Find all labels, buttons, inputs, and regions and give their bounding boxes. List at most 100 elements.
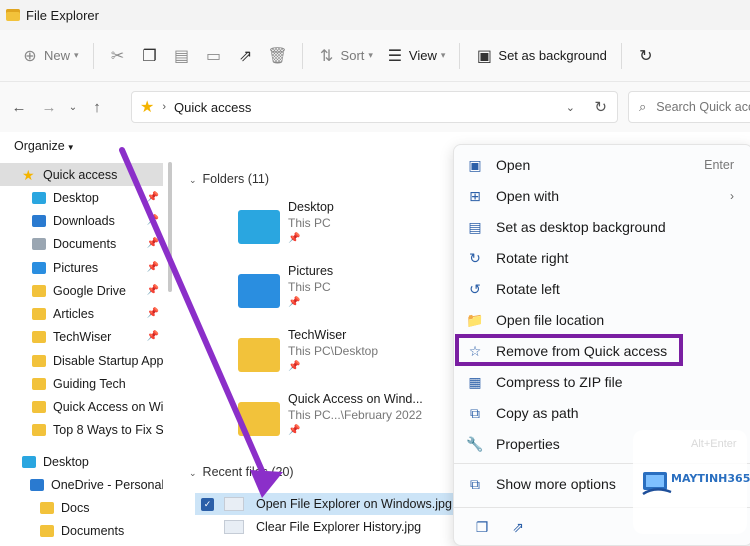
recent-file-row[interactable]: Clear File Explorer History.jpg: [195, 516, 455, 538]
sidebar-item[interactable]: Disable Startup Apps: [0, 349, 163, 372]
context-menu-label: Open with: [496, 188, 560, 204]
context-menu-label: Set as desktop background: [496, 219, 666, 235]
sidebar-item-label: Pictures: [53, 260, 99, 275]
sidebar-item[interactable]: Top 8 Ways to Fix Son: [0, 418, 163, 441]
folder-icon: 📁: [466, 311, 484, 328]
title-bar: File Explorer: [0, 0, 750, 30]
folder-name: Pictures: [288, 264, 334, 278]
arrow-up-icon: ↑: [93, 98, 101, 116]
breadcrumb[interactable]: Quick access: [174, 100, 251, 115]
sidebar-item[interactable]: Google Drive 📌: [0, 279, 163, 302]
sort-icon: ⇅: [319, 47, 334, 65]
copy-icon[interactable]: ❐: [468, 517, 496, 537]
context-menu-label: Copy as path: [496, 405, 579, 421]
set-as-background-button[interactable]: ▣ Set as background: [468, 39, 612, 73]
folder-tile[interactable]: Pictures This PC 📌: [238, 264, 458, 324]
chevron-down-icon[interactable]: ⌄: [566, 101, 575, 114]
sidebar-item-label: Quick Access on Wind: [53, 399, 163, 414]
folder-icon: [32, 330, 46, 343]
recent-file-row[interactable]: ✓ Open File Explorer on Windows.jpg: [195, 493, 455, 515]
sidebar-item[interactable]: OneDrive - Personal: [0, 473, 163, 496]
file-name: Clear File Explorer History.jpg: [256, 520, 422, 534]
arrow-left-icon: ←: [11, 98, 27, 116]
image-file-icon: [224, 520, 244, 534]
caret-down-icon: ▼: [66, 143, 75, 152]
delete-button[interactable]: 🗑: [262, 39, 294, 73]
view-button[interactable]: ☰ View ▾: [379, 39, 451, 73]
divider: [620, 42, 622, 69]
sidebar-item[interactable]: Quick Access on Wind: [0, 395, 163, 418]
search-input[interactable]: [656, 100, 750, 114]
copy-button[interactable]: ❐: [134, 39, 166, 73]
sidebar-item[interactable]: ★ Quick access: [0, 163, 163, 186]
sidebar-item[interactable]: Desktop: [0, 450, 163, 473]
pin-icon: 📌: [146, 192, 159, 203]
cut-button[interactable]: ✂: [102, 39, 134, 73]
context-menu-item[interactable]: ⊞ Open with ›: [466, 182, 746, 210]
context-menu-item[interactable]: ↻ Rotate right: [466, 244, 746, 272]
sidebar-item-label: Top 8 Ways to Fix Son: [53, 422, 163, 437]
sidebar-item[interactable]: Guiding Tech: [0, 372, 163, 395]
checkbox[interactable]: [201, 521, 214, 534]
folder-icon: [32, 214, 46, 227]
checkbox[interactable]: ✓: [201, 497, 214, 511]
rename-button[interactable]: ▭: [198, 39, 230, 73]
recent-files-group-header[interactable]: ⌄ Recent files (20): [189, 465, 294, 479]
share-icon[interactable]: ⇗: [504, 517, 532, 537]
refresh-icon[interactable]: ↻: [594, 98, 607, 116]
folder-tile[interactable]: TechWiser This PC\Desktop 📌: [238, 328, 458, 388]
pin-icon: 📌: [146, 238, 159, 249]
folder-icon: [32, 423, 46, 436]
sidebar-item[interactable]: Docs: [0, 496, 163, 519]
context-menu-label: Rotate left: [496, 281, 560, 297]
up-button[interactable]: ↑: [82, 92, 112, 122]
folder-icon: [32, 354, 46, 367]
star-icon: ★: [140, 99, 155, 116]
sidebar-item[interactable]: TechWiser 📌: [0, 325, 163, 348]
share-button[interactable]: ⇗: [230, 39, 262, 73]
sidebar-item[interactable]: Desktop 📌: [0, 186, 163, 209]
context-menu-item[interactable]: ▦ Compress to ZIP file: [466, 368, 746, 396]
pin-icon: 📌: [288, 233, 301, 244]
folder-tile[interactable]: Desktop This PC 📌: [238, 200, 458, 260]
wallpaper-icon: ▣: [476, 47, 492, 65]
arrow-right-icon: →: [41, 98, 57, 116]
address-row: ← → ⌄ ↑ ★ › Quick access ⌄ ↻ ⌕: [0, 82, 750, 132]
new-button[interactable]: ⊕ New ▾: [14, 39, 85, 73]
chevron-down-icon: ▾: [74, 50, 79, 60]
paste-button[interactable]: ▤: [166, 39, 198, 73]
folder-tile[interactable]: Quick Access on Wind... This PC...\Februa…: [238, 392, 458, 452]
sidebar-item[interactable]: Pictures 📌: [0, 256, 163, 279]
recent-locations-button[interactable]: ⌄: [64, 92, 82, 122]
search-box[interactable]: ⌕: [628, 91, 750, 123]
address-bar[interactable]: ★ › Quick access ⌄ ↻: [131, 91, 618, 123]
sidebar-item[interactable]: Articles 📌: [0, 302, 163, 325]
sidebar-item[interactable]: Downloads 📌: [0, 209, 163, 232]
rotate-button[interactable]: ↻: [630, 39, 662, 73]
sidebar-item[interactable]: Documents: [0, 519, 163, 542]
context-menu-item[interactable]: ▤ Set as desktop background: [466, 213, 746, 241]
sidebar-scrollbar[interactable]: [168, 162, 172, 292]
context-menu-item[interactable]: ↺ Rotate left: [466, 275, 746, 303]
search-icon: ⌕: [639, 99, 647, 114]
context-menu-item[interactable]: 📁 Open file location: [466, 306, 746, 334]
pin-icon: 📌: [288, 361, 301, 372]
organize-menu[interactable]: Organize ▼: [14, 139, 75, 153]
sidebar-item-label: Quick access: [43, 167, 118, 182]
folder-icon: [238, 402, 280, 436]
sidebar-item-label: Documents: [53, 236, 117, 251]
folders-group-header[interactable]: ⌄ Folders (11): [189, 172, 269, 186]
folder-name: TechWiser: [288, 328, 347, 342]
context-menu-item[interactable]: ⧉ Copy as path: [466, 399, 746, 427]
highlight-box: [455, 334, 683, 366]
forward-button[interactable]: →: [34, 92, 64, 122]
context-menu-item[interactable]: ▣ Open Enter: [466, 151, 746, 179]
sidebar-item[interactable]: Documents 📌: [0, 232, 163, 255]
rotate-right-icon: ↻: [469, 249, 481, 266]
back-button[interactable]: ←: [4, 92, 34, 122]
context-menu-label: Open file location: [496, 312, 605, 328]
sort-button[interactable]: ⇅ Sort ▾: [311, 39, 379, 73]
sidebar-item-label: Guiding Tech: [53, 376, 126, 391]
folder-icon: [238, 274, 280, 308]
folder-icon: [32, 237, 46, 250]
